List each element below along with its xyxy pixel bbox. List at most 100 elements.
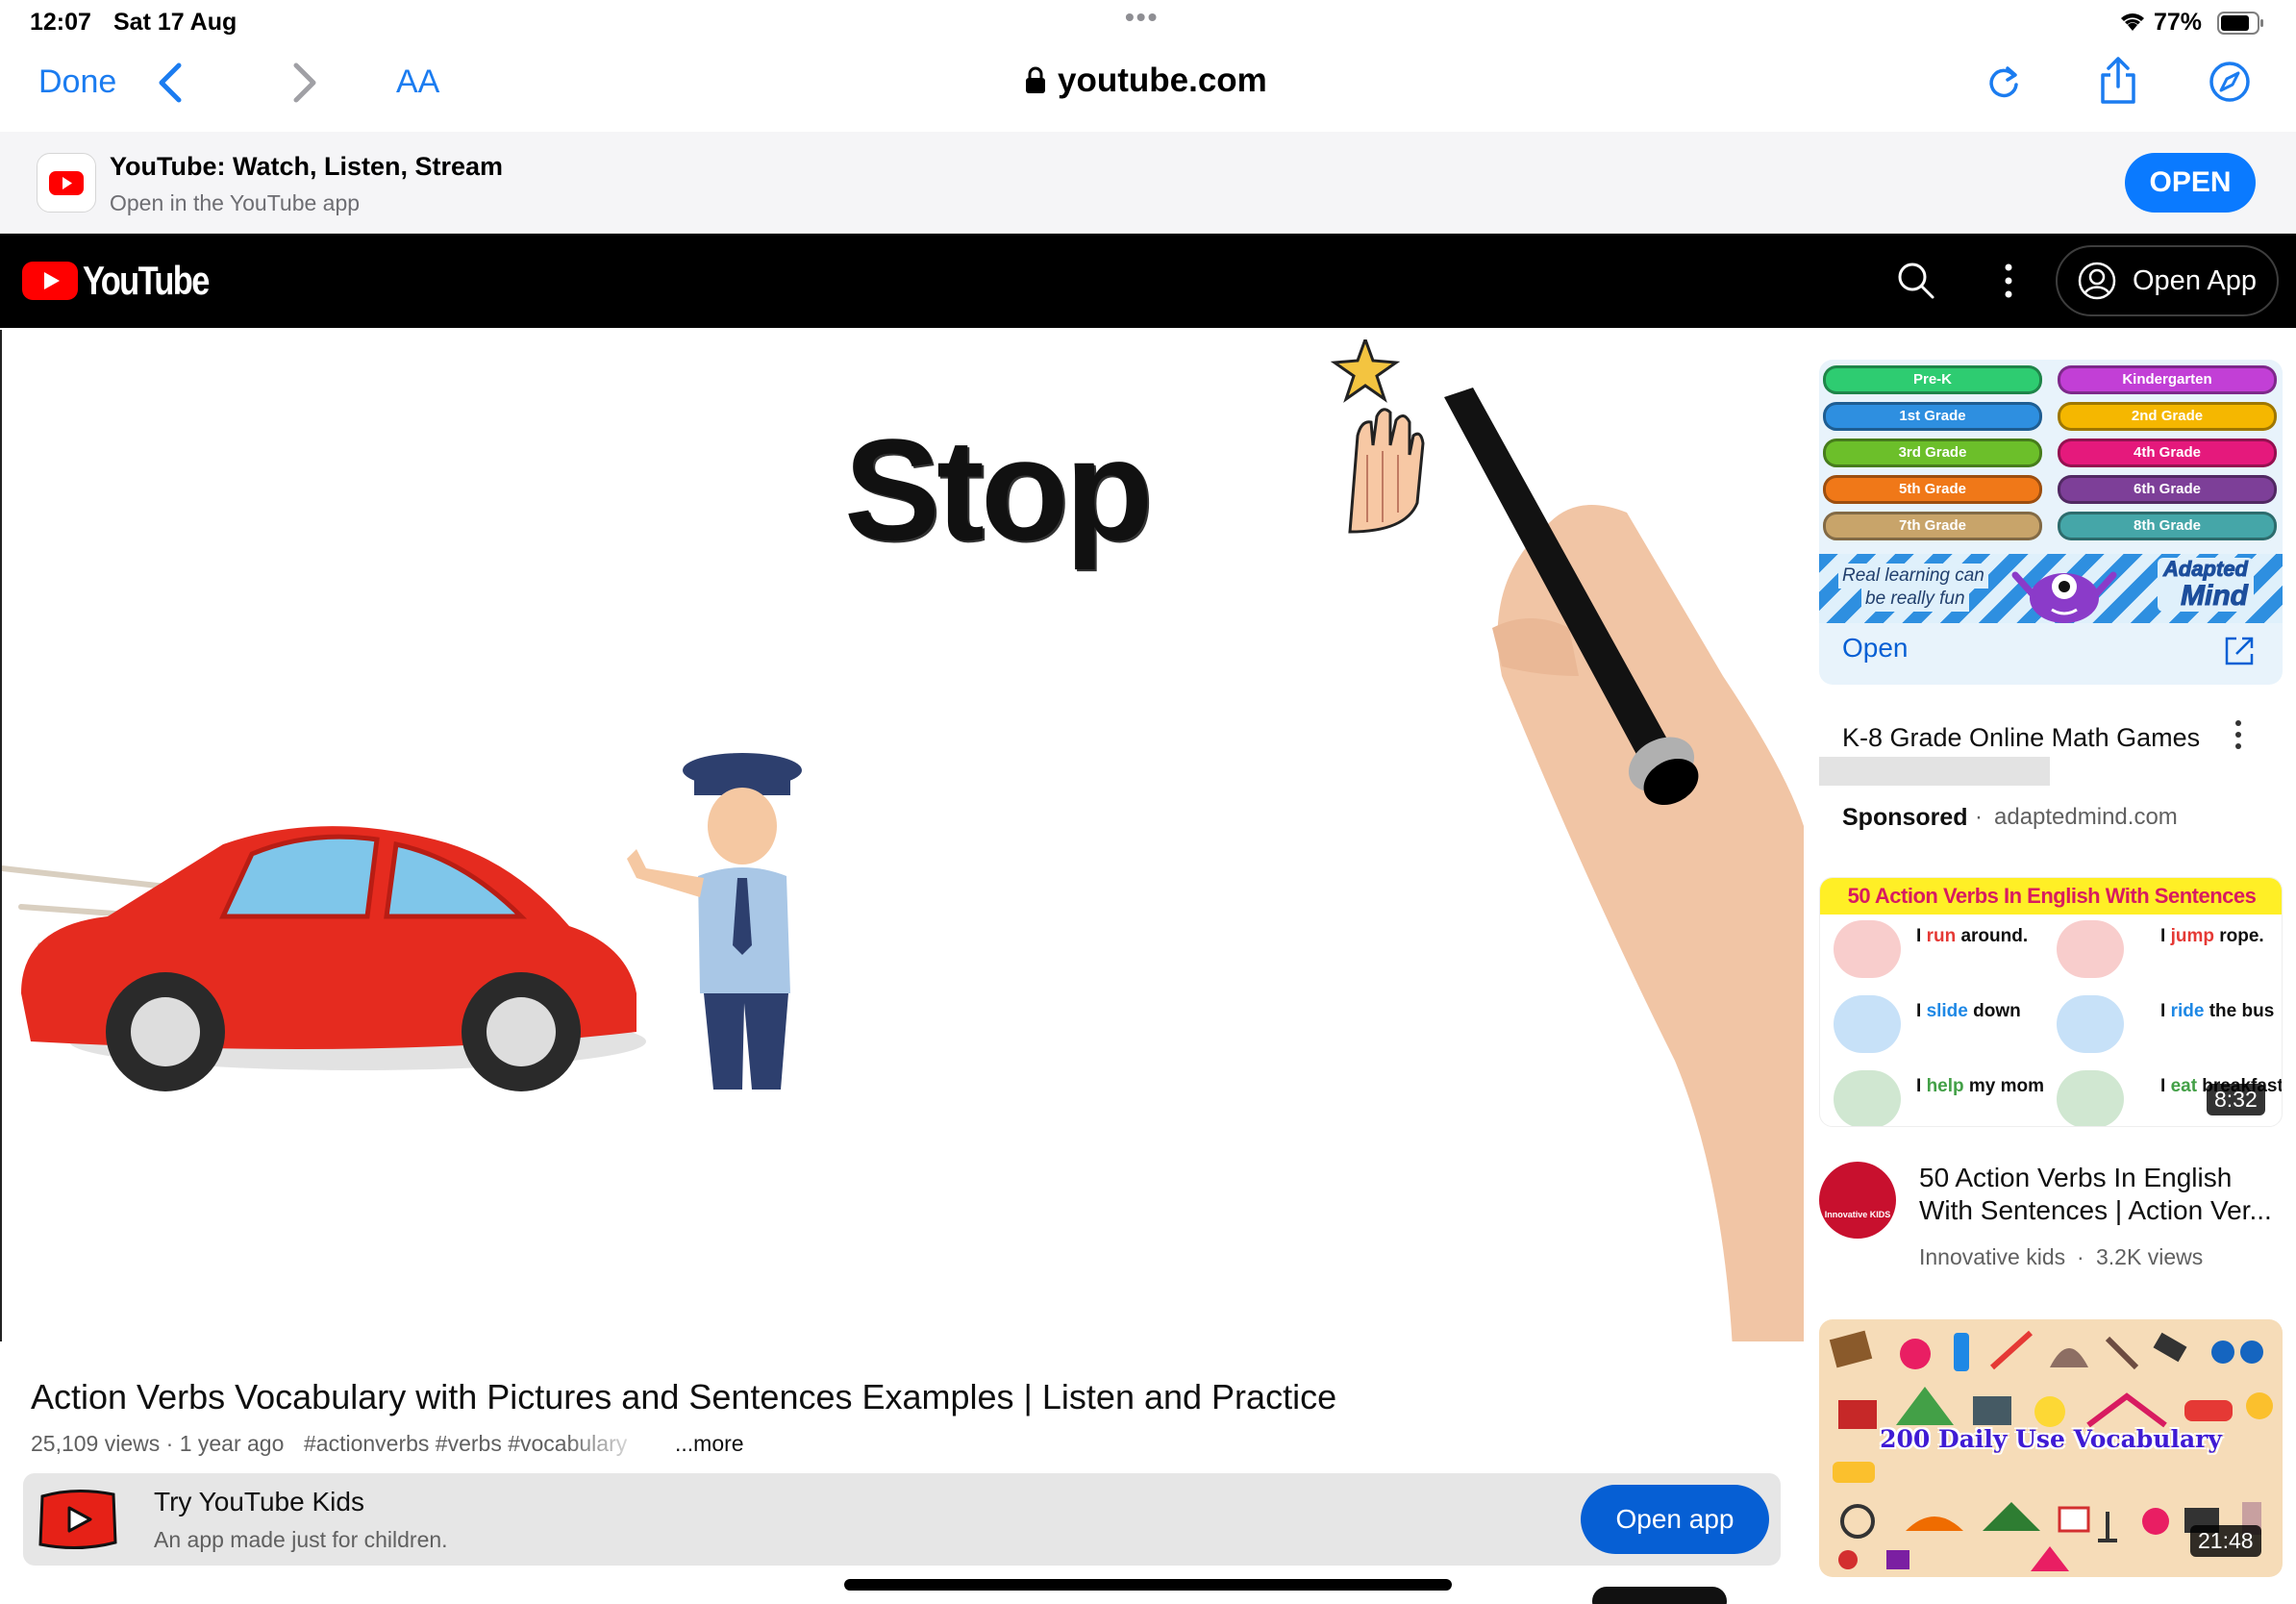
verb-sentence: I help my mom bbox=[1916, 1076, 2044, 1097]
rec1-thumb-banner: 50 Action Verbs In English With Sentence… bbox=[1820, 878, 2282, 915]
battery-icon bbox=[2217, 12, 2265, 39]
banner-open-button[interactable]: OPEN bbox=[2125, 153, 2256, 213]
verb-sentence-pre: I bbox=[2160, 926, 2171, 946]
multitask-dots[interactable]: ••• bbox=[1125, 2, 1159, 33]
description-more-link[interactable]: ...more bbox=[675, 1431, 744, 1457]
ad-domain[interactable]: adaptedmind.com bbox=[1994, 804, 2178, 831]
grade-chip[interactable]: Pre-K bbox=[1823, 365, 2042, 394]
adaptedmind-logo: Adapted Mind bbox=[2158, 557, 2254, 612]
grade-chip[interactable]: 3rd Grade bbox=[1823, 439, 2042, 467]
verb-sentence-verb: eat bbox=[2170, 1076, 2198, 1096]
kid-figure-icon bbox=[2057, 920, 2124, 978]
verb-sentence-pre: I bbox=[1916, 1001, 1927, 1021]
ad-tagline-1: Real learning can bbox=[1838, 564, 1988, 589]
text-size-button[interactable]: AA bbox=[396, 63, 439, 101]
grade-chip[interactable]: 6th Grade bbox=[2058, 475, 2277, 504]
open-app-button[interactable]: Open App bbox=[2056, 245, 2279, 316]
rec1-title[interactable]: 50 Action Verbs In English With Sentence… bbox=[1919, 1162, 2272, 1227]
kids-open-app-button[interactable]: Open app bbox=[1581, 1485, 1769, 1554]
compass-icon[interactable] bbox=[2208, 60, 2252, 109]
ad-card[interactable]: Pre-K Kindergarten 1st Grade 2nd Grade 3rd G… bbox=[1819, 360, 2283, 685]
grade-chip[interactable]: 4th Grade bbox=[2058, 439, 2277, 467]
kids-promo-subtitle: An app made just for children. bbox=[154, 1527, 448, 1552]
verb-sentence-verb: ride bbox=[2170, 1001, 2205, 1021]
rec1-separator: · bbox=[2077, 1244, 2084, 1269]
police-officer-illustration bbox=[627, 753, 802, 1090]
verb-sentence: I slide down bbox=[1916, 1001, 2021, 1022]
youtube-header bbox=[0, 234, 2296, 328]
kid-figure-icon bbox=[1834, 920, 1901, 978]
external-link-icon[interactable] bbox=[2223, 635, 2256, 672]
reload-icon[interactable] bbox=[1984, 63, 2023, 107]
banner-app-title: YouTube: Watch, Listen, Stream bbox=[110, 152, 504, 181]
ipad-screen: { "status_bar": {"time": "12:07", "date"… bbox=[0, 0, 2296, 1604]
sponsored-label: Sponsored bbox=[1842, 804, 1968, 831]
verb-sentence-post: down bbox=[1967, 1001, 2021, 1021]
marker-hand-illustration bbox=[1444, 388, 1804, 1341]
verb-sentence: I run around. bbox=[1916, 926, 2028, 947]
grade-chip[interactable]: 7th Grade bbox=[1823, 512, 2042, 540]
raised-hand-illustration bbox=[1330, 339, 1425, 534]
video-player[interactable]: Stop bbox=[0, 330, 1804, 1341]
rec2-video-thumbnail[interactable]: 200 Daily Use Vocabulary 21:48 bbox=[1819, 1319, 2283, 1577]
monster-mascot-icon bbox=[2011, 571, 2117, 623]
verb-sentence-post: rope. bbox=[2213, 926, 2264, 946]
red-car-illustration bbox=[2, 826, 646, 1091]
grade-chip[interactable]: 1st Grade bbox=[1823, 402, 2042, 431]
smart-app-banner bbox=[0, 132, 2296, 234]
verb-sentence-post: around. bbox=[1956, 926, 2029, 946]
grade-chip[interactable]: 2nd Grade bbox=[2058, 402, 2277, 431]
youtube-kids-icon bbox=[37, 1487, 119, 1557]
ad-title[interactable]: K-8 Grade Online Math Games bbox=[1842, 723, 2200, 753]
verb-sentence-verb: run bbox=[1926, 926, 1957, 946]
ad-banner-image: Real learning can be really fun Adapted … bbox=[1819, 554, 2283, 623]
ad-placeholder-bar bbox=[1819, 757, 2050, 786]
youtube-logo-icon[interactable] bbox=[22, 262, 80, 307]
rec2-thumb-banner: 200 Daily Use Vocabulary bbox=[1880, 1425, 2222, 1453]
video-title[interactable]: Action Verbs Vocabulary with Pictures an… bbox=[31, 1377, 1336, 1417]
verb-sentence: I ride the bus bbox=[2160, 1001, 2274, 1022]
channel-avatar[interactable]: Innovative KIDS bbox=[1819, 1162, 1896, 1239]
open-app-label: Open App bbox=[2133, 265, 2257, 296]
rec1-channel[interactable]: Innovative kids bbox=[1919, 1244, 2065, 1270]
wifi-icon bbox=[2117, 10, 2148, 38]
grade-chip[interactable]: Kindergarten bbox=[2058, 365, 2277, 394]
verb-sentence-pre: I bbox=[1916, 1076, 1927, 1096]
banner-app-subtitle: Open in the YouTube app bbox=[110, 190, 361, 215]
verb-sentence-pre: I bbox=[1916, 926, 1927, 946]
floating-pill bbox=[1592, 1587, 1727, 1604]
kid-figure-icon bbox=[1834, 1070, 1901, 1126]
youtube-logo-text[interactable]: YouTube bbox=[83, 258, 210, 304]
rec-video-thumbnail[interactable]: 50 Action Verbs In English With Sentence… bbox=[1819, 877, 2283, 1127]
grade-chip[interactable]: 5th Grade bbox=[1823, 475, 2042, 504]
verb-sentence-verb: jump bbox=[2170, 926, 2214, 946]
grade-chip[interactable]: 8th Grade bbox=[2058, 512, 2277, 540]
ad-separator: · bbox=[1975, 804, 1983, 830]
status-date: Sat 17 Aug bbox=[113, 9, 237, 36]
battery-percent: 77% bbox=[2154, 9, 2203, 36]
ad-open-link[interactable]: Open bbox=[1842, 633, 1909, 664]
more-options-icon[interactable] bbox=[2003, 262, 2014, 305]
kids-promo-title: Try YouTube Kids bbox=[154, 1487, 364, 1516]
share-icon[interactable] bbox=[2096, 56, 2140, 111]
verb-sentence-verb: help bbox=[1926, 1076, 1964, 1096]
account-icon bbox=[2077, 261, 2117, 306]
forward-icon[interactable] bbox=[290, 62, 319, 109]
home-indicator[interactable] bbox=[844, 1579, 1452, 1591]
rec1-duration: 8:32 bbox=[2207, 1084, 2265, 1115]
youtube-app-icon bbox=[37, 153, 96, 213]
kid-figure-icon bbox=[2057, 1070, 2124, 1126]
video-meta: 25,109 views · 1 year ago bbox=[31, 1431, 285, 1456]
verb-sentence-verb: slide bbox=[1926, 1001, 1968, 1021]
rec1-views: 3.2K views bbox=[2096, 1244, 2204, 1269]
ad-menu-icon[interactable] bbox=[2233, 717, 2244, 757]
url-field[interactable]: youtube.com bbox=[1058, 62, 1267, 100]
done-button[interactable]: Done bbox=[38, 63, 116, 101]
lock-icon bbox=[1024, 65, 1047, 99]
video-hashtags[interactable]: #actionverbs #verbs #vocabulary bbox=[304, 1431, 650, 1457]
verb-sentence-post: the bus bbox=[2204, 1001, 2275, 1021]
status-time: 12:07 bbox=[30, 9, 91, 36]
back-icon[interactable] bbox=[156, 62, 185, 109]
search-icon[interactable] bbox=[1896, 261, 1936, 306]
verb-sentence-pre: I bbox=[2160, 1001, 2171, 1021]
